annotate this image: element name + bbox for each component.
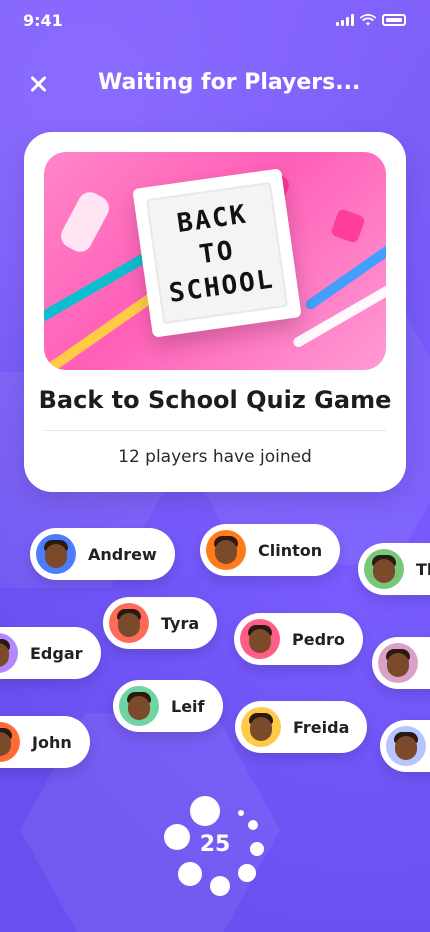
player-chip[interactable]: Th: [358, 543, 430, 595]
avatar: [364, 549, 404, 589]
status-icons: [336, 14, 406, 26]
player-name: Leif: [171, 696, 205, 716]
timer-value: 25: [199, 832, 231, 857]
quiz-cover-image: BACK TO SCHOOL: [44, 152, 386, 370]
player-chip[interactable]: Andrew: [30, 528, 175, 580]
player-name: Tyra: [161, 613, 200, 633]
avatar: [0, 722, 20, 762]
player-name: Clinton: [258, 540, 323, 560]
player-chip[interactable]: Tyra: [103, 597, 218, 649]
player-name: Pedro: [292, 629, 345, 649]
back-to-school-lightbox: BACK TO SCHOOL: [132, 168, 302, 338]
lightbox-line-3: SCHOOL: [167, 264, 277, 309]
avatar: [206, 530, 246, 570]
page-title: Waiting for Players...: [98, 70, 361, 95]
player-chip[interactable]: [372, 637, 430, 689]
player-name: John: [32, 732, 72, 752]
divider: [44, 430, 386, 431]
quiz-card: BACK TO SCHOOL Back to School Quiz Game …: [24, 132, 406, 492]
player-chip[interactable]: Pedro: [234, 613, 363, 665]
avatar: [0, 633, 18, 673]
player-chip[interactable]: Leif: [113, 680, 223, 732]
avatar: [241, 707, 281, 747]
cellular-signal-icon: [336, 14, 354, 26]
player-name: Freida: [293, 717, 350, 737]
close-icon[interactable]: [26, 72, 50, 96]
top-header: Waiting for Players...: [0, 62, 430, 106]
player-name: Th: [416, 559, 430, 579]
quiz-title: Back to School Quiz Game: [38, 386, 392, 414]
avatar: [378, 643, 418, 683]
avatar: [109, 603, 149, 643]
player-chip[interactable]: [380, 720, 430, 772]
avatar: [119, 686, 159, 726]
player-chip[interactable]: Freida: [235, 701, 368, 753]
avatar: [386, 726, 426, 766]
avatar: [240, 619, 280, 659]
lightbox-line-2: TO: [197, 235, 237, 271]
player-chip[interactable]: Edgar: [0, 627, 101, 679]
players-joined-text: 12 players have joined: [118, 447, 312, 467]
player-chip[interactable]: Clinton: [200, 524, 341, 576]
status-bar: 9:41: [0, 0, 430, 44]
player-chip[interactable]: John: [0, 716, 90, 768]
player-name: Edgar: [30, 643, 83, 663]
wifi-icon: [360, 14, 376, 26]
battery-icon: [382, 14, 406, 26]
lightbox-line-1: BACK: [175, 199, 250, 240]
player-name: Andrew: [88, 544, 157, 564]
status-time: 9:41: [23, 11, 63, 30]
avatar: [36, 534, 76, 574]
countdown-timer: 25: [160, 794, 270, 904]
waiting-room-screen: 9:41 Waiting for Players... BACK TO SCHO…: [0, 0, 430, 932]
